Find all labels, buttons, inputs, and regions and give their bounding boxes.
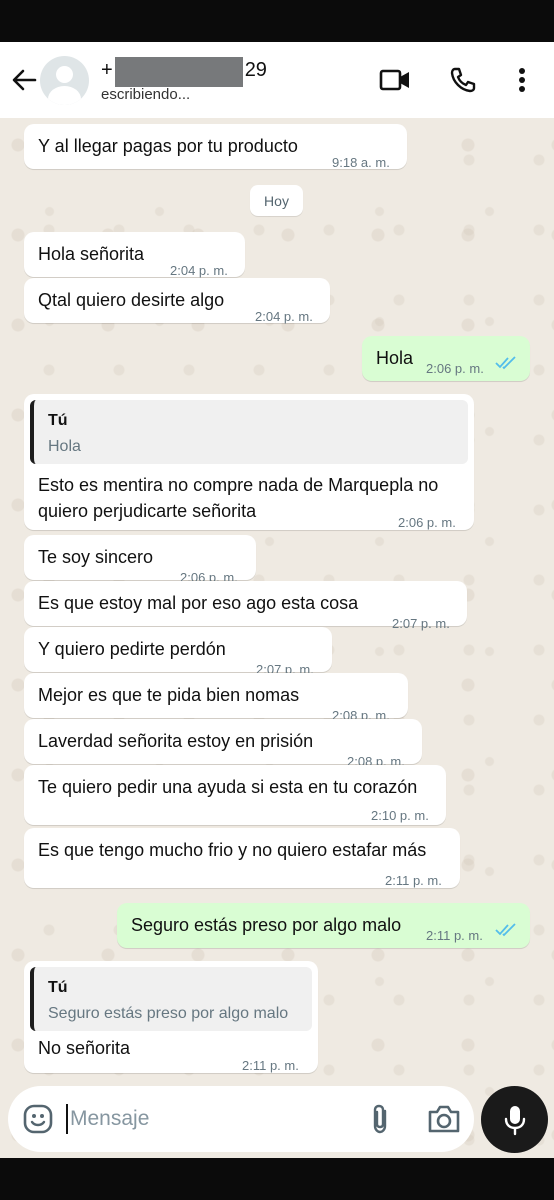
message-input[interactable]: Mensaje: [66, 1104, 149, 1134]
message-bubble[interactable]: Laverdad señorita estoy en prisión 2:08 …: [24, 719, 422, 769]
contact-status: escribiendo...: [101, 86, 191, 103]
message-time: 9:18 a. m.: [332, 155, 390, 170]
message-bubble[interactable]: Y quiero pedirte perdón 2:07 p. m.: [24, 627, 332, 677]
contact-avatar[interactable]: [40, 56, 89, 105]
quote-author: Tú: [48, 979, 68, 996]
contact-name[interactable]: + 29: [101, 57, 267, 87]
message-bubble-with-reply[interactable]: Tú Seguro estás preso por algo malo No s…: [24, 961, 318, 1073]
message-text: Hola señorita: [38, 244, 145, 264]
camera-icon[interactable]: [426, 1102, 462, 1136]
read-receipt-icon: [495, 356, 516, 370]
message-bubble[interactable]: Y al llegar pagas por tu producto 9:18 a…: [24, 124, 407, 170]
message-bubble-outgoing[interactable]: Seguro estás preso por algo malo 2:11 p.…: [117, 903, 530, 948]
message-bubble[interactable]: Te soy sincero 2:06 p. m.: [24, 535, 256, 585]
message-text: Y quiero pedirte perdón: [38, 639, 226, 659]
message-text: Es que estoy mal por eso ago esta cosa: [38, 593, 359, 613]
date-separator: Hoy: [250, 185, 303, 216]
message-bubble[interactable]: Mejor es que te pida bien nomas 2:08 p. …: [24, 673, 408, 723]
message-time: 2:10 p. m.: [371, 808, 429, 823]
system-navigation-bar: [0, 1158, 554, 1200]
message-bubble-with-reply[interactable]: Tú Hola Esto es mentira no compre nada d…: [24, 394, 474, 530]
message-text: Seguro estás preso por algo malo: [131, 915, 402, 935]
video-call-icon[interactable]: [379, 64, 411, 96]
message-bubble[interactable]: Te quiero pedir una ayuda si esta en tu …: [24, 765, 446, 825]
contact-name-prefix: +: [101, 58, 113, 81]
message-time: 2:04 p. m.: [255, 309, 313, 324]
chat-header: + 29 escribiendo...: [0, 42, 554, 118]
message-text: Y al llegar pagas por tu producto: [38, 136, 298, 156]
message-bubble[interactable]: Qtal quiero desirte algo 2:04 p. m.: [24, 278, 330, 324]
message-text: No señorita: [38, 1038, 131, 1058]
quote-text: Hola: [48, 438, 81, 455]
message-time: 2:11 p. m.: [242, 1058, 299, 1073]
sticker-emoji-icon[interactable]: [22, 1103, 54, 1135]
voice-call-icon[interactable]: [447, 64, 479, 96]
attach-paperclip-icon[interactable]: [364, 1102, 396, 1136]
chat-area[interactable]: Y al llegar pagas por tu producto 9:18 a…: [0, 118, 554, 1158]
quote-author: Tú: [48, 412, 68, 429]
read-receipt-icon: [495, 923, 516, 937]
voice-message-mic-button[interactable]: [481, 1086, 548, 1153]
contact-name-suffix: 29: [244, 58, 267, 81]
message-text: Hola: [376, 348, 414, 368]
message-text: Qtal quiero desirte algo: [38, 290, 225, 310]
message-time: 2:06 p. m.: [398, 515, 456, 530]
redacted-phone-number: [114, 57, 243, 87]
microphone-icon: [504, 1105, 525, 1135]
back-arrow-icon[interactable]: [8, 64, 40, 96]
message-time: 2:06 p. m.: [426, 361, 484, 376]
quoted-message[interactable]: Tú Hola: [30, 400, 468, 464]
more-options-icon[interactable]: [506, 64, 538, 96]
message-bubble[interactable]: Es que estoy mal por eso ago esta cosa 2…: [24, 581, 467, 631]
message-bubble[interactable]: Es que tengo mucho frio y no quiero esta…: [24, 828, 460, 888]
message-composer: Mensaje: [8, 1086, 474, 1152]
message-text: Te soy sincero: [38, 547, 154, 567]
message-text: Mejor es que te pida bien nomas: [38, 685, 300, 705]
message-text: Es que tengo mucho frio y no quiero esta…: [38, 840, 427, 860]
quote-text: Seguro estás preso por algo malo: [48, 1005, 289, 1022]
message-time: 2:11 p. m.: [385, 873, 442, 888]
message-text: Laverdad señorita estoy en prisión: [38, 731, 314, 751]
message-text: Te quiero pedir una ayuda si esta en tu …: [38, 777, 418, 797]
status-bar: [0, 0, 554, 42]
quoted-message[interactable]: Tú Seguro estás preso por algo malo: [30, 967, 312, 1031]
message-time: 2:07 p. m.: [392, 616, 450, 631]
message-bubble[interactable]: Hola señorita 2:04 p. m.: [24, 232, 245, 278]
message-bubble-outgoing[interactable]: Hola 2:06 p. m.: [362, 336, 530, 381]
message-time: 2:11 p. m.: [426, 928, 483, 943]
